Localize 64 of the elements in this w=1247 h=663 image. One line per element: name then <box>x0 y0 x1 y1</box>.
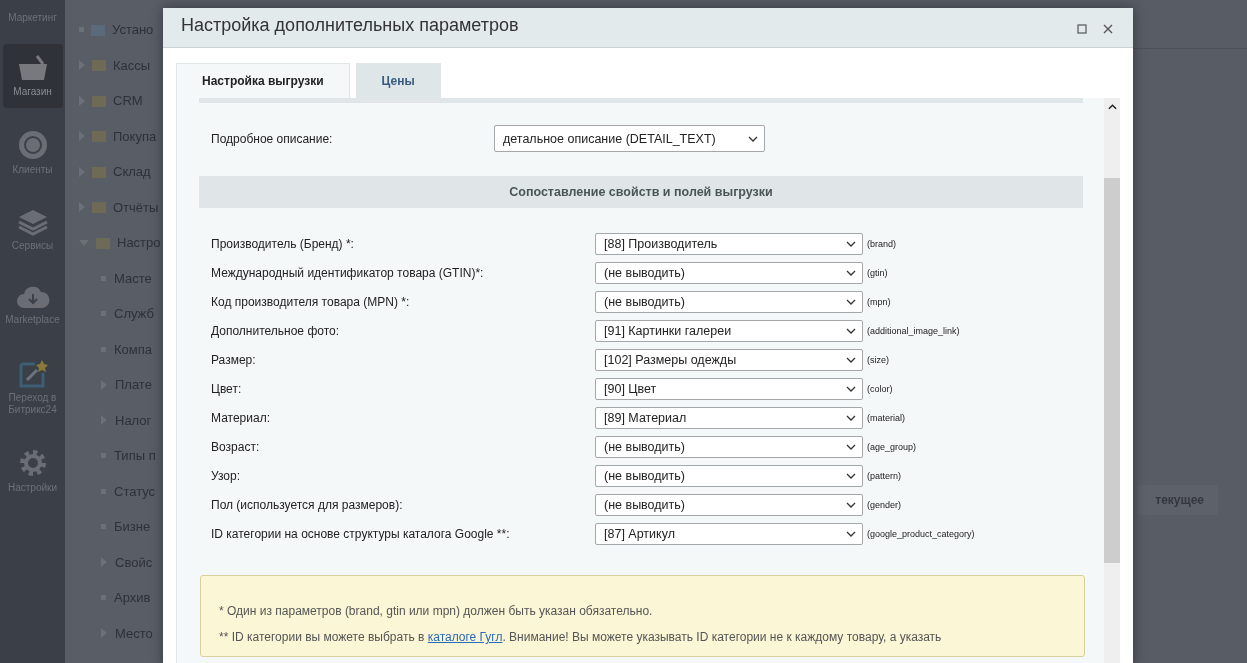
tab[interactable]: Настройка выгрузки <box>176 63 350 98</box>
field-label: Размер: <box>211 353 257 367</box>
field-code: (size) <box>867 355 889 365</box>
dialog-title: Настройка дополнительных параметров <box>181 15 520 37</box>
caret-icon <box>846 415 856 421</box>
field-label: Материал: <box>211 411 271 425</box>
scroll-up-icon[interactable] <box>1107 104 1117 110</box>
field-code: (gender) <box>867 500 902 510</box>
edit-star-icon <box>17 358 48 388</box>
field-code: (age_group) <box>867 442 917 452</box>
dropdown[interactable]: (не выводить) <box>595 465 863 487</box>
maximize-icon[interactable] <box>1077 23 1087 34</box>
field-code: (material) <box>867 413 905 423</box>
caret-icon <box>846 241 856 247</box>
caret-icon <box>846 357 856 363</box>
field-label: Дополнительное фото: <box>211 324 341 338</box>
field-code: (color) <box>867 384 893 394</box>
sidebar-item[interactable]: Магазин <box>2 44 63 108</box>
caret-icon <box>846 386 856 392</box>
note-text: * Один из параметров (brand, gtin или mpn) должен быть указан обязательно. <box>219 604 654 618</box>
caret-icon <box>846 531 856 537</box>
caret-icon <box>748 135 758 142</box>
tab[interactable]: Цены <box>355 63 441 98</box>
dropdown[interactable]: [89] Материал <box>595 407 863 429</box>
dropdown[interactable]: [87] Артикул <box>595 523 863 545</box>
dropdown[interactable]: детальное описание (DETAIL_TEXT) <box>494 125 765 152</box>
field-label: Международный идентификатор товара (GTIN)*: <box>211 266 485 280</box>
field-label: Подробное описание: <box>211 131 334 146</box>
dropdown[interactable]: (не выводить) <box>595 494 863 516</box>
settings-icon <box>17 448 48 478</box>
dropdown[interactable]: [102] Размеры одежды <box>595 349 863 371</box>
caret-icon <box>846 473 856 479</box>
layers-icon <box>16 208 49 236</box>
basket-icon <box>16 54 49 82</box>
field-code: (pattern) <box>867 471 901 481</box>
dropdown[interactable]: (не выводить) <box>595 436 863 458</box>
field-code: (additional_image_link) <box>867 326 960 336</box>
scrollbar[interactable] <box>1104 98 1120 663</box>
field-label: ID категории на основе структуры каталога Google **: <box>211 527 511 541</box>
dropdown[interactable]: [90] Цвет <box>595 378 863 400</box>
field-code: (mpn) <box>867 297 891 307</box>
note-text: ** ID категории вы можете выбрать в каталоге Гугл. Внимание! Вы можете указывать ID категории не к каждому товару, а указать <box>219 630 943 644</box>
cloud-download-icon <box>15 284 50 310</box>
field-label: Пол (используется для размеров): <box>211 498 404 512</box>
close-icon[interactable] <box>1103 23 1113 34</box>
dropdown[interactable]: [88] Производитель <box>595 233 863 255</box>
section-header: Сопоставление свойств и полей выгрузки <box>199 176 1083 208</box>
sidebar-label: Магазин <box>13 86 52 98</box>
field-label: Производитель (Бренд) *: <box>211 237 355 251</box>
caret-icon <box>846 328 856 334</box>
field-code: (google_product_category) <box>867 529 975 539</box>
dropdown[interactable]: [91] Картинки галереи <box>595 320 863 342</box>
field-label: Возраст: <box>211 440 261 454</box>
dropdown[interactable]: (не выводить) <box>595 262 863 284</box>
field-code: (brand) <box>867 239 896 249</box>
caret-icon <box>846 444 856 450</box>
field-label: Цвет: <box>211 382 243 396</box>
caret-icon <box>846 270 856 276</box>
caret-icon <box>846 299 856 305</box>
dropdown[interactable]: (не выводить) <box>595 291 863 313</box>
field-code: (gtin) <box>867 268 888 278</box>
field-label: Узор: <box>211 469 241 483</box>
field-label: Код производителя товара (MPN) *: <box>211 295 411 309</box>
caret-icon <box>846 502 856 508</box>
